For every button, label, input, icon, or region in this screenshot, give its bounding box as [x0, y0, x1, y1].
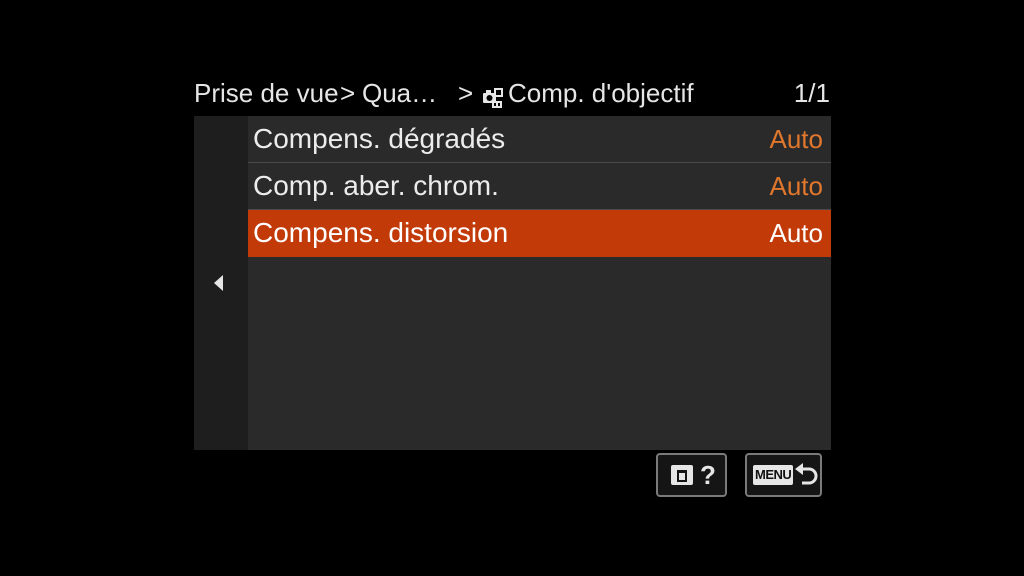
- breadcrumb-level-1: Prise de vue: [194, 78, 339, 108]
- side-tab-column[interactable]: [194, 116, 248, 450]
- menu-item-label: Comp. aber. chrom.: [253, 170, 499, 201]
- menu-item-distortion-compensation[interactable]: Compens. distorsion Auto: [248, 210, 831, 257]
- breadcrumb-level-2: Qua…: [362, 78, 438, 108]
- trash-icon: [671, 465, 693, 485]
- breadcrumb-separator: >: [340, 78, 356, 108]
- menu-item-label: Compens. dégradés: [253, 123, 506, 154]
- menu-panel: Compens. dégradés Auto Comp. aber. chrom…: [194, 116, 831, 450]
- delete-help-button[interactable]: ?: [656, 453, 727, 497]
- breadcrumb-separator: >: [458, 78, 474, 108]
- page-indicator: 1/1: [793, 78, 830, 108]
- menu-item-shading-compensation[interactable]: Compens. dégradés Auto: [248, 116, 831, 163]
- menu-item-value: Auto: [769, 218, 824, 248]
- menu-list: Compens. dégradés Auto Comp. aber. chrom…: [248, 116, 831, 257]
- camera-settings-icon: [482, 83, 504, 108]
- menu-item-chromatic-aberration[interactable]: Comp. aber. chrom. Auto: [248, 163, 831, 210]
- menu-item-value: Auto: [769, 124, 824, 154]
- return-icon: [793, 461, 819, 489]
- breadcrumb: Prise de vue > Qua… > Comp. d'objectif 1…: [194, 76, 830, 110]
- menu-tag-label: MENU: [753, 465, 794, 485]
- help-label: ?: [700, 460, 716, 490]
- menu-item-label: Compens. distorsion: [253, 217, 509, 248]
- menu-item-value: Auto: [769, 171, 824, 201]
- breadcrumb-level-3: Comp. d'objectif: [508, 78, 694, 108]
- triangle-left-icon[interactable]: [214, 275, 223, 291]
- menu-return-button[interactable]: MENU: [745, 453, 822, 497]
